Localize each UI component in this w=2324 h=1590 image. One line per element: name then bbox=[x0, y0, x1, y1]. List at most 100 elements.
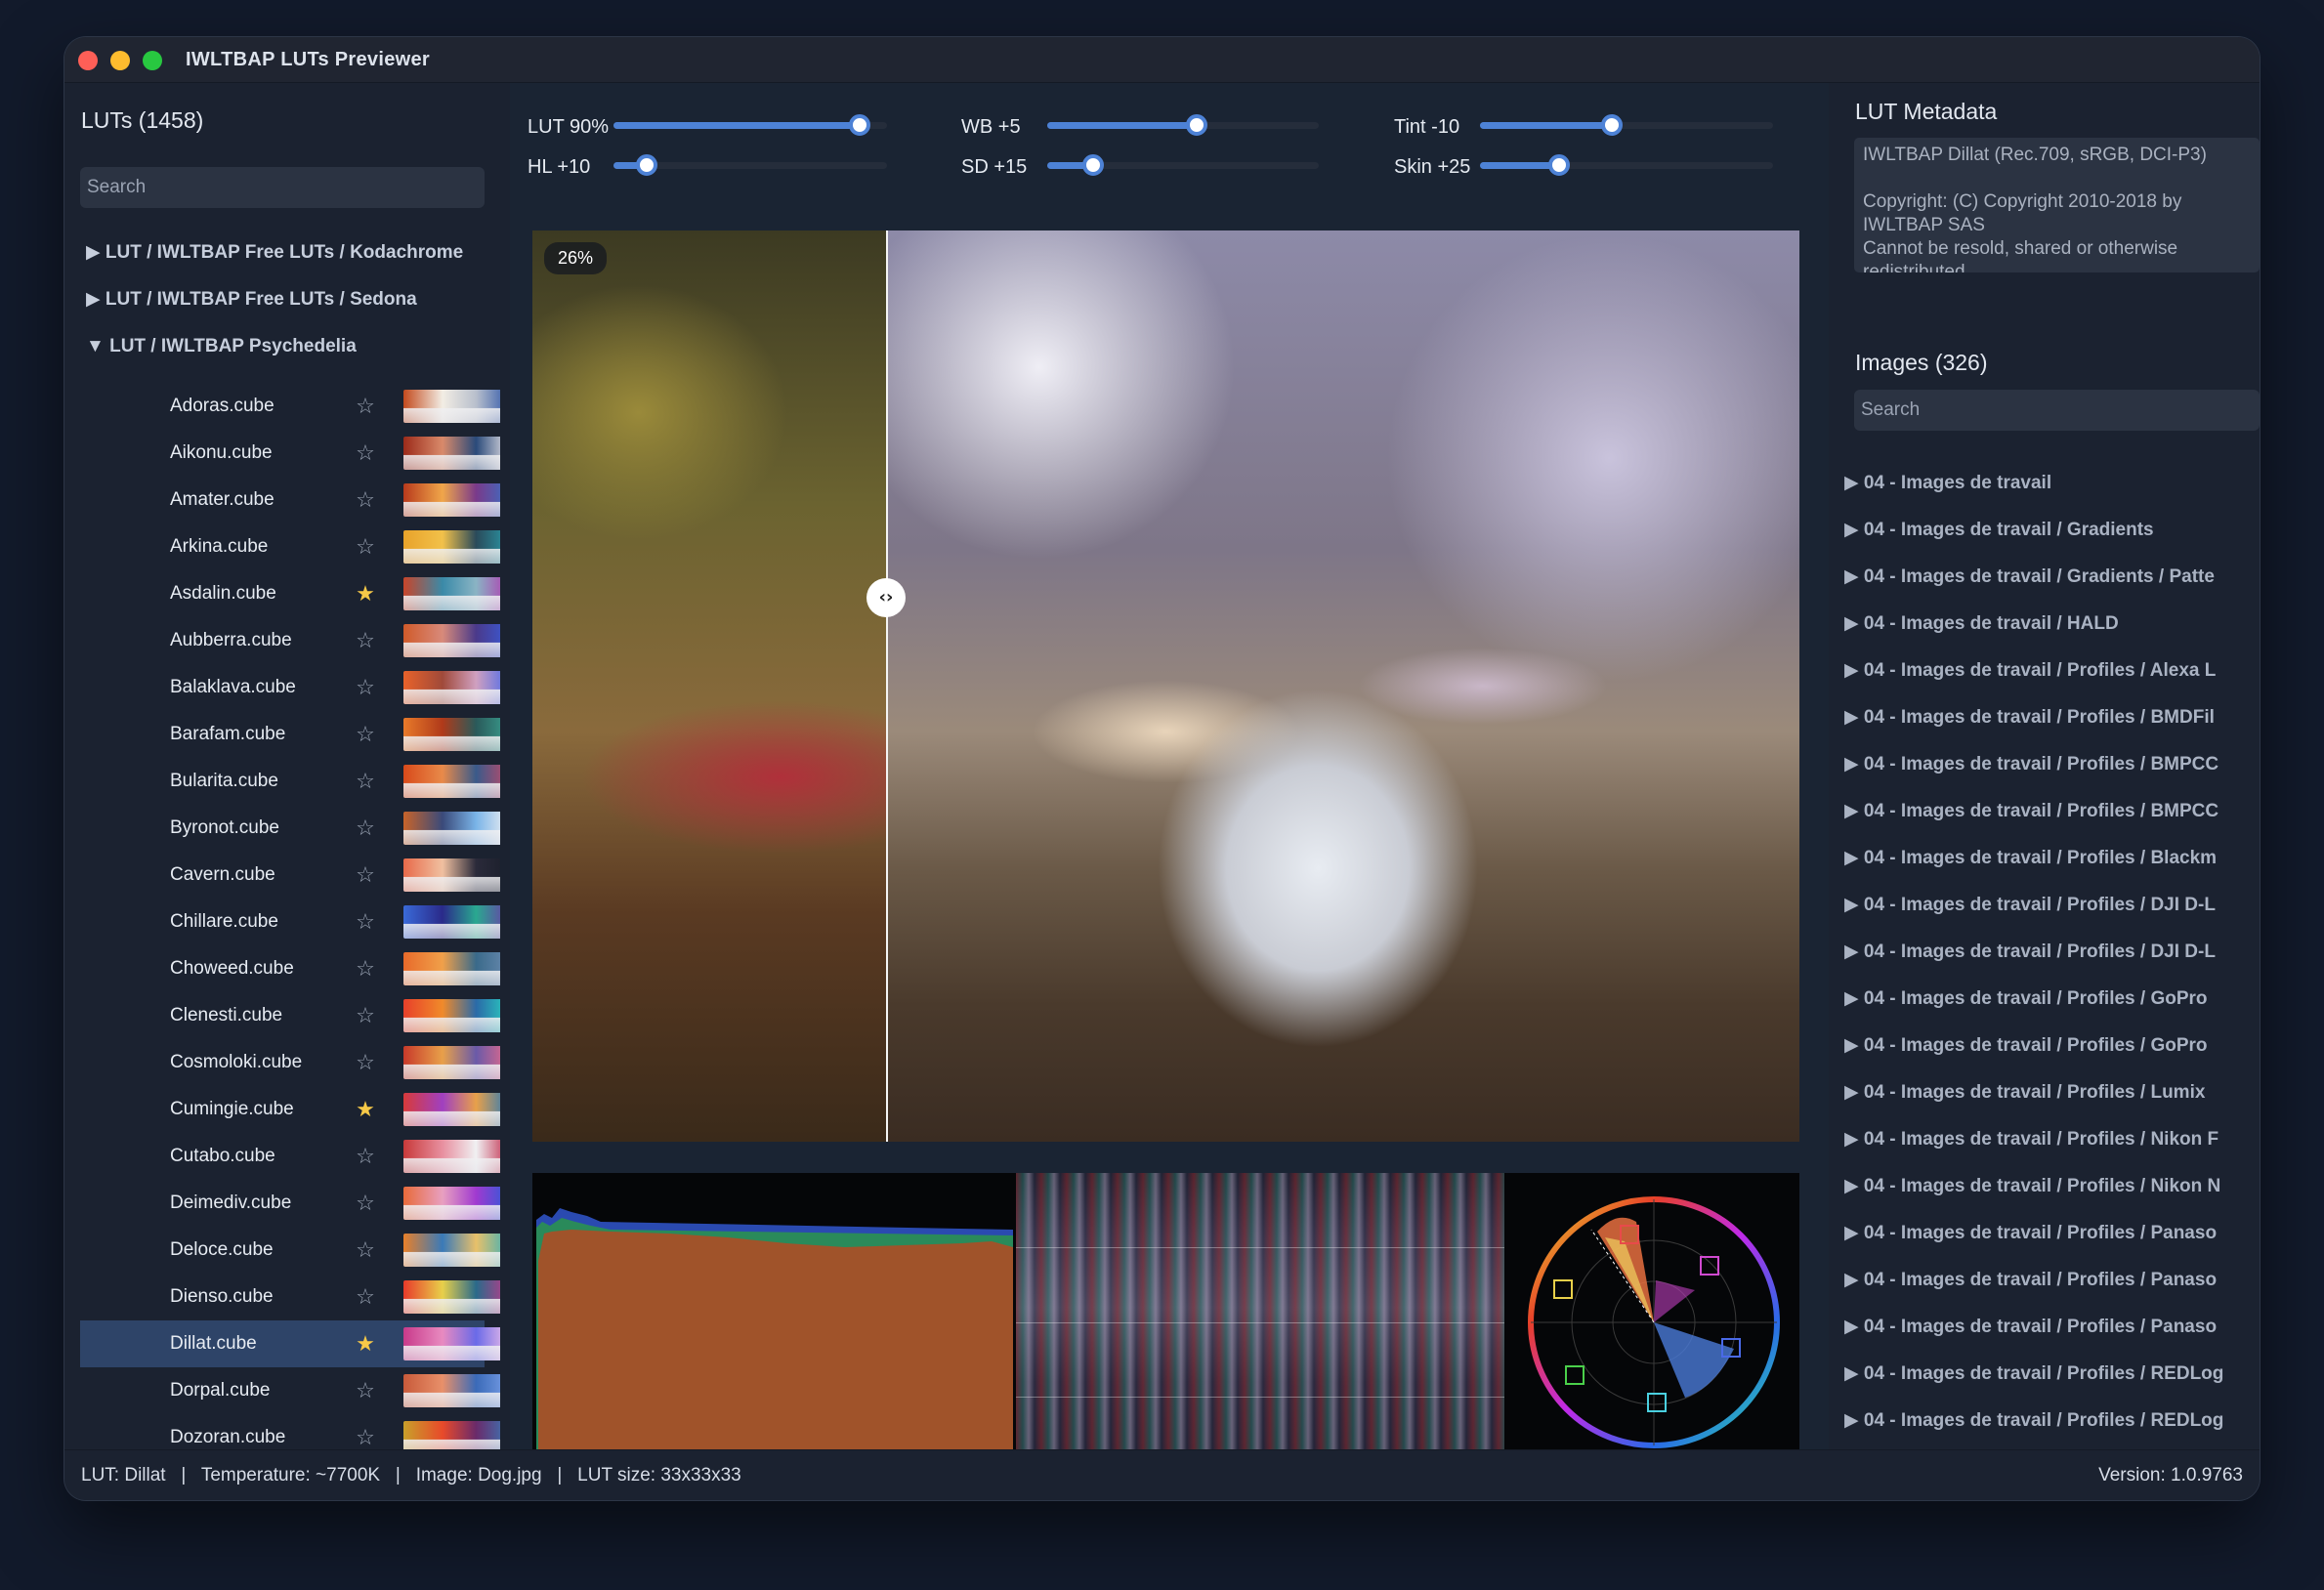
favorite-star-icon[interactable]: ★ bbox=[354, 1332, 377, 1356]
image-folder-item[interactable]: ▶ 04 - Images de travail / Profiles / RE… bbox=[1838, 1351, 2260, 1398]
lut-item[interactable]: Byronot.cube ☆ bbox=[80, 805, 500, 852]
lut-preview-swatch bbox=[403, 437, 500, 470]
favorite-star-icon[interactable]: ☆ bbox=[354, 395, 377, 418]
slider-track[interactable] bbox=[1480, 114, 1773, 136]
lut-folder-sedona[interactable]: ▶ LUT / IWLTBAP Free LUTs / Sedona bbox=[86, 276, 417, 323]
luts-title: LUTs (1458) bbox=[81, 107, 204, 133]
favorite-star-icon[interactable]: ☆ bbox=[354, 863, 377, 887]
image-folder-item[interactable]: ▶ 04 - Images de travail / Profiles / Ni… bbox=[1838, 1116, 2260, 1163]
image-folder-item[interactable]: ▶ 04 - Images de travail / Profiles / BM… bbox=[1838, 741, 2260, 788]
favorite-star-icon[interactable]: ☆ bbox=[354, 535, 377, 559]
image-folder-item[interactable]: ▶ 04 - Images de travail / Profiles / RE… bbox=[1838, 1398, 2260, 1444]
slider-knob[interactable] bbox=[1548, 154, 1570, 176]
image-folder-item[interactable]: ▶ 04 - Images de travail / Profiles / BM… bbox=[1838, 788, 2260, 835]
lut-item[interactable]: Balaklava.cube ☆ bbox=[80, 664, 500, 711]
lut-item[interactable]: Choweed.cube ☆ bbox=[80, 945, 500, 992]
lut-item[interactable]: Aubberra.cube ☆ bbox=[80, 617, 500, 664]
favorite-star-icon[interactable]: ☆ bbox=[354, 1426, 377, 1449]
lut-item[interactable]: Dozoran.cube ☆ bbox=[80, 1414, 500, 1449]
lut-item[interactable]: Aikonu.cube ☆ bbox=[80, 430, 500, 477]
favorite-star-icon[interactable]: ☆ bbox=[354, 1004, 377, 1027]
favorite-star-icon[interactable]: ☆ bbox=[354, 676, 377, 699]
lut-item-name: Cavern.cube bbox=[170, 864, 275, 885]
favorite-star-icon[interactable]: ☆ bbox=[354, 723, 377, 746]
compare-split-handle[interactable]: ‹› bbox=[866, 578, 906, 617]
favorite-star-icon[interactable]: ☆ bbox=[354, 488, 377, 512]
zoom-window-button[interactable] bbox=[143, 51, 162, 70]
image-folder-item[interactable]: ▶ 04 - Images de travail / Gradients / P… bbox=[1838, 554, 2260, 601]
lut-item[interactable]: Cutabo.cube ☆ bbox=[80, 1133, 500, 1180]
minimize-window-button[interactable] bbox=[110, 51, 130, 70]
favorite-star-icon[interactable]: ☆ bbox=[354, 816, 377, 840]
lut-item[interactable]: Amater.cube ☆ bbox=[80, 477, 500, 523]
image-folder-item[interactable]: ▶ 04 - Images de travail / Profiles / Pa… bbox=[1838, 1304, 2260, 1351]
image-folder-item[interactable]: ▶ 04 - Images de travail / Profiles / DJ… bbox=[1838, 882, 2260, 929]
metadata-text: IWLTBAP Dillat (Rec.709, sRGB, DCI-P3) C… bbox=[1854, 138, 2260, 272]
image-folder-item[interactable]: ▶ 04 - Images de travail / Profiles / Pa… bbox=[1838, 1210, 2260, 1257]
waveform-gridline bbox=[1016, 1397, 1504, 1398]
lut-item[interactable]: Asdalin.cube ★ bbox=[80, 570, 500, 617]
metadata-title: LUT Metadata bbox=[1855, 99, 1998, 124]
favorite-star-icon[interactable]: ☆ bbox=[354, 1238, 377, 1262]
image-folder-item[interactable]: ▶ 04 - Images de travail / HALD bbox=[1838, 601, 2260, 648]
favorite-star-icon[interactable]: ☆ bbox=[354, 770, 377, 793]
image-folder-item[interactable]: ▶ 04 - Images de travail / Profiles / BM… bbox=[1838, 694, 2260, 741]
slider-knob[interactable] bbox=[1601, 114, 1623, 136]
image-folder-item[interactable]: ▶ 04 - Images de travail / Profiles / Al… bbox=[1838, 648, 2260, 694]
lut-item[interactable]: Cumingie.cube ★ bbox=[80, 1086, 500, 1133]
compare-split-line[interactable] bbox=[886, 230, 888, 1142]
image-folder-item[interactable]: ▶ 04 - Images de travail / Profiles / Lu… bbox=[1838, 1069, 2260, 1116]
lut-item[interactable]: Cosmoloki.cube ☆ bbox=[80, 1039, 500, 1086]
lut-item[interactable]: Cavern.cube ☆ bbox=[80, 852, 500, 899]
image-folder-item[interactable]: ▶ 04 - Images de travail / Profiles / Bl… bbox=[1838, 835, 2260, 882]
lut-item[interactable]: Clenesti.cube ☆ bbox=[80, 992, 500, 1039]
image-folder-item[interactable]: ▶ 04 - Images de travail bbox=[1838, 460, 2260, 507]
image-viewer[interactable]: ‹› 26% bbox=[532, 230, 1799, 1142]
favorite-star-icon[interactable]: ☆ bbox=[354, 910, 377, 934]
favorite-star-icon[interactable]: ☆ bbox=[354, 1285, 377, 1309]
image-folder-item[interactable]: ▶ 04 - Images de travail / Profiles / Go… bbox=[1838, 976, 2260, 1023]
close-window-button[interactable] bbox=[78, 51, 98, 70]
adjustment-slider[interactable]: Skin +25 bbox=[510, 146, 1829, 186]
title-bar: IWLTBAP LUTs Previewer bbox=[64, 37, 2260, 83]
lut-preview-swatch bbox=[403, 1327, 500, 1360]
favorite-star-icon[interactable]: ☆ bbox=[354, 1051, 377, 1074]
images-search-input[interactable] bbox=[1854, 390, 2260, 431]
lut-item[interactable]: Barafam.cube ☆ bbox=[80, 711, 500, 758]
lut-preview-swatch bbox=[403, 999, 500, 1032]
adjustment-slider[interactable]: Tint -10 bbox=[510, 106, 1829, 146]
favorite-star-icon[interactable]: ★ bbox=[354, 1098, 377, 1121]
lut-item[interactable]: Dorpal.cube ☆ bbox=[80, 1367, 500, 1414]
favorite-star-icon[interactable]: ☆ bbox=[354, 1145, 377, 1168]
image-folder-item[interactable]: ▶ 04 - Images de travail / Profiles / Ni… bbox=[1838, 1163, 2260, 1210]
favorite-star-icon[interactable]: ☆ bbox=[354, 629, 377, 652]
lut-preview-swatch bbox=[403, 1046, 500, 1079]
image-folder-item[interactable]: ▶ 04 - Images de travail / Profiles / Pa… bbox=[1838, 1257, 2260, 1304]
lut-item-name: Deloce.cube bbox=[170, 1239, 274, 1260]
favorite-star-icon[interactable]: ★ bbox=[354, 582, 377, 606]
favorite-star-icon[interactable]: ☆ bbox=[354, 957, 377, 981]
app-window: IWLTBAP LUTs Previewer LUTs (1458) ▶ LUT… bbox=[64, 37, 2260, 1500]
favorite-star-icon[interactable]: ☆ bbox=[354, 1192, 377, 1215]
image-folder-item[interactable]: ▶ 04 - Images de travail / Profiles / DJ… bbox=[1838, 929, 2260, 976]
version-label: Version: 1.0.9763 bbox=[2098, 1465, 2243, 1485]
lut-item[interactable]: Adoras.cube ☆ bbox=[80, 383, 500, 430]
image-folder-item[interactable]: ▶ 04 - Images de travail / Gradients bbox=[1838, 507, 2260, 554]
lut-item[interactable]: Arkina.cube ☆ bbox=[80, 523, 500, 570]
lut-item[interactable]: Deloce.cube ☆ bbox=[80, 1227, 500, 1274]
lut-folder-kodachrome[interactable]: ▶ LUT / IWLTBAP Free LUTs / Kodachrome bbox=[86, 230, 463, 276]
lut-item[interactable]: Bularita.cube ☆ bbox=[80, 758, 500, 805]
slider-track[interactable] bbox=[1480, 154, 1773, 176]
lut-item[interactable]: Deimediv.cube ☆ bbox=[80, 1180, 500, 1227]
lut-preview-swatch bbox=[403, 1421, 500, 1449]
favorite-star-icon[interactable]: ☆ bbox=[354, 441, 377, 465]
lut-item[interactable]: Dillat.cube ★ bbox=[80, 1320, 500, 1367]
favorite-star-icon[interactable]: ☆ bbox=[354, 1379, 377, 1402]
luts-search-input[interactable] bbox=[80, 167, 485, 208]
lut-folder-psychedelia[interactable]: ▼ LUT / IWLTBAP Psychedelia bbox=[86, 323, 357, 370]
lut-item[interactable]: Chillare.cube ☆ bbox=[80, 899, 500, 945]
lut-item[interactable]: Dienso.cube ☆ bbox=[80, 1274, 500, 1320]
vectorscope bbox=[1528, 1196, 1780, 1448]
image-folder-item[interactable]: ▶ 04 - Images de travail / Profiles / Go… bbox=[1838, 1023, 2260, 1069]
waveform-scope bbox=[1016, 1173, 1504, 1472]
